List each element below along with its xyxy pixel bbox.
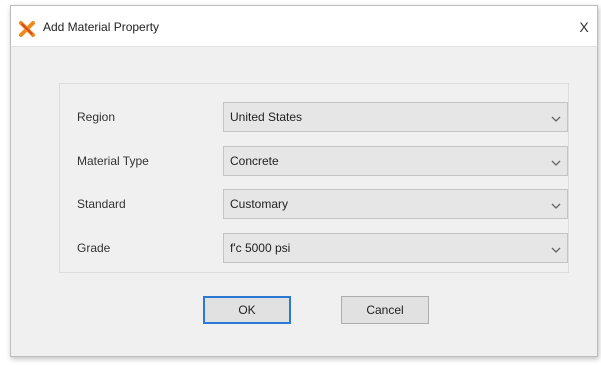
- chevron-down-icon: [551, 113, 561, 123]
- ok-button[interactable]: OK: [203, 296, 291, 324]
- region-label: Region: [77, 110, 116, 124]
- close-button[interactable]: X: [571, 14, 597, 40]
- app-logo-icon: [19, 21, 35, 37]
- grade-row: Grade f'c 5000 psi: [60, 233, 568, 265]
- material-fields-group: Region United States Material Type Concr…: [59, 83, 569, 273]
- chevron-down-icon: [551, 157, 561, 167]
- cancel-button[interactable]: Cancel: [341, 296, 429, 324]
- grade-dropdown[interactable]: f'c 5000 psi: [223, 233, 568, 263]
- dialog-title: Add Material Property: [43, 20, 160, 34]
- standard-value: Customary: [230, 197, 289, 211]
- material-type-dropdown[interactable]: Concrete: [223, 146, 568, 176]
- region-row: Region United States: [60, 102, 568, 134]
- grade-value: f'c 5000 psi: [230, 241, 291, 255]
- standard-dropdown[interactable]: Customary: [223, 189, 568, 219]
- material-type-value: Concrete: [230, 154, 279, 168]
- grade-label: Grade: [77, 241, 111, 255]
- region-value: United States: [230, 110, 303, 124]
- standard-label: Standard: [77, 197, 126, 211]
- material-type-row: Material Type Concrete: [60, 146, 568, 178]
- title-bar: Add Material Property X: [11, 6, 597, 47]
- region-dropdown[interactable]: United States: [223, 102, 568, 132]
- chevron-down-icon: [551, 200, 561, 210]
- chevron-down-icon: [551, 244, 561, 254]
- add-material-property-dialog: Add Material Property X Region United St…: [10, 5, 598, 357]
- standard-row: Standard Customary: [60, 189, 568, 221]
- material-type-label: Material Type: [77, 154, 149, 168]
